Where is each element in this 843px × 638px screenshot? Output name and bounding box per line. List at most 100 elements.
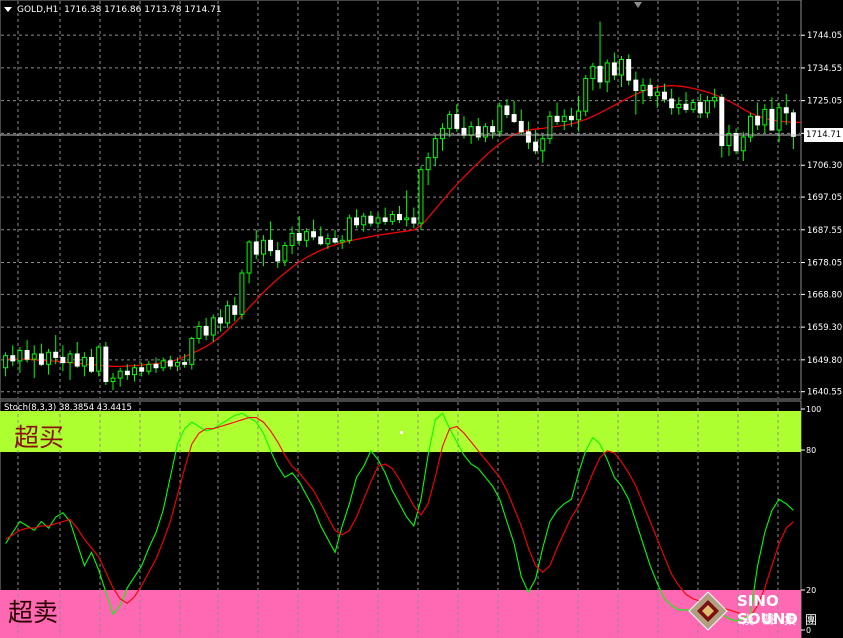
bear-candle — [203, 325, 209, 336]
bull-candle — [705, 100, 710, 114]
bear-candle — [311, 231, 317, 238]
bear-candle — [790, 112, 796, 137]
bear-candle — [332, 238, 338, 243]
bear-candle — [60, 356, 66, 364]
bull-candle — [239, 272, 245, 315]
bull-candle — [132, 367, 137, 376]
bear-candle — [662, 91, 667, 100]
bull-candle — [46, 351, 52, 365]
bull-candle — [96, 346, 102, 372]
bull-candle — [583, 77, 589, 112]
bear-candle — [153, 363, 159, 369]
bull-candle — [576, 110, 582, 121]
bull-candle — [654, 91, 660, 97]
bull-candle — [418, 169, 424, 224]
bear-candle — [318, 236, 324, 245]
y-tick-label: 1687.55 — [807, 226, 842, 236]
bear-candle — [511, 114, 517, 122]
bull-candle — [776, 107, 782, 131]
bull-candle — [175, 362, 180, 367]
bear-candle — [669, 98, 675, 109]
marker-dot — [400, 431, 403, 434]
oversold-label: 超卖 — [8, 598, 59, 627]
ohlc-values: 1716.38 1716.86 1713.78 1714.71 — [64, 5, 222, 15]
bull-candle — [561, 115, 567, 122]
bull-candle — [196, 325, 202, 339]
bull-candle — [425, 157, 431, 171]
bull-candle — [762, 108, 768, 126]
bear-candle — [755, 115, 761, 126]
bull-candle — [67, 353, 73, 364]
bull-candle — [110, 377, 116, 383]
y-tick-label: 1659.30 — [807, 323, 842, 333]
current-price-tag: 1714.71 — [804, 128, 843, 142]
bear-candle — [10, 355, 16, 362]
bull-candle — [361, 215, 367, 226]
bear-candle — [490, 126, 496, 133]
bull-candle — [225, 305, 231, 324]
bear-candle — [103, 346, 109, 383]
bear-candle — [554, 115, 560, 122]
main-panel[interactable] — [0, 0, 802, 400]
bear-candle — [568, 115, 574, 121]
bear-candle — [354, 217, 359, 226]
bear-candle — [53, 351, 59, 358]
y-tick-label: 1640.55 — [807, 388, 842, 398]
bear-candle — [697, 102, 703, 114]
bear-candle — [38, 353, 44, 365]
bear-candle — [719, 96, 725, 147]
bull-candle — [432, 138, 438, 159]
trading-chart[interactable]: 1744.051734.551725.051715.551706.301697.… — [0, 0, 843, 638]
bull-candle — [81, 356, 87, 367]
bear-candle — [504, 105, 510, 116]
y-tick-label: 1697.05 — [807, 193, 842, 203]
bull-candle — [246, 241, 252, 274]
bull-candle — [325, 238, 331, 245]
y-tick-label: 1649.80 — [807, 356, 842, 366]
bear-candle — [461, 127, 467, 136]
bull-candle — [747, 115, 753, 138]
bull-candle — [590, 65, 596, 79]
chart-menu-icon[interactable] — [4, 7, 12, 12]
bear-candle — [268, 239, 274, 252]
bull-candle — [447, 114, 453, 129]
overbought-label: 超买 — [14, 423, 65, 452]
bear-candle — [397, 213, 402, 221]
bull-candle — [619, 58, 624, 76]
bull-candle — [468, 126, 474, 136]
y-tick-label: 1744.05 — [807, 31, 842, 41]
bull-candle — [740, 136, 746, 152]
bear-candle — [783, 107, 789, 114]
bull-candle — [260, 239, 266, 255]
bull-candle — [375, 217, 381, 224]
bull-candle — [440, 127, 445, 140]
bear-candle — [89, 356, 94, 372]
bull-candle — [31, 353, 37, 360]
bear-candle — [597, 65, 603, 83]
bear-candle — [24, 350, 30, 360]
bull-candle — [289, 232, 295, 246]
bear-candle — [368, 215, 374, 224]
chart-title: GOLD,H1 1716.38 1716.86 1713.78 1714.71 — [4, 5, 222, 15]
bull-candle — [210, 317, 216, 336]
bull-candle — [712, 96, 718, 102]
bear-candle — [769, 108, 775, 131]
bull-candle — [497, 105, 503, 133]
bear-candle — [167, 360, 173, 367]
bull-candle — [3, 355, 9, 369]
bear-candle — [683, 103, 689, 110]
bull-candle — [690, 102, 696, 110]
bull-candle — [640, 84, 646, 91]
bear-candle — [232, 305, 238, 315]
stoch-tick-label: 100 — [806, 405, 821, 414]
bear-candle — [611, 62, 617, 76]
y-tick-label: 1668.80 — [807, 290, 842, 300]
logo-subtitle: 漢聲集團 — [742, 613, 827, 627]
bear-candle — [382, 217, 388, 222]
y-tick-label: 1725.05 — [807, 97, 842, 107]
y-tick-label: 1734.55 — [807, 64, 842, 74]
bull-candle — [303, 231, 309, 241]
bull-candle — [117, 370, 123, 379]
bear-candle — [296, 232, 302, 241]
stoch-tick-label: 80 — [806, 446, 816, 455]
